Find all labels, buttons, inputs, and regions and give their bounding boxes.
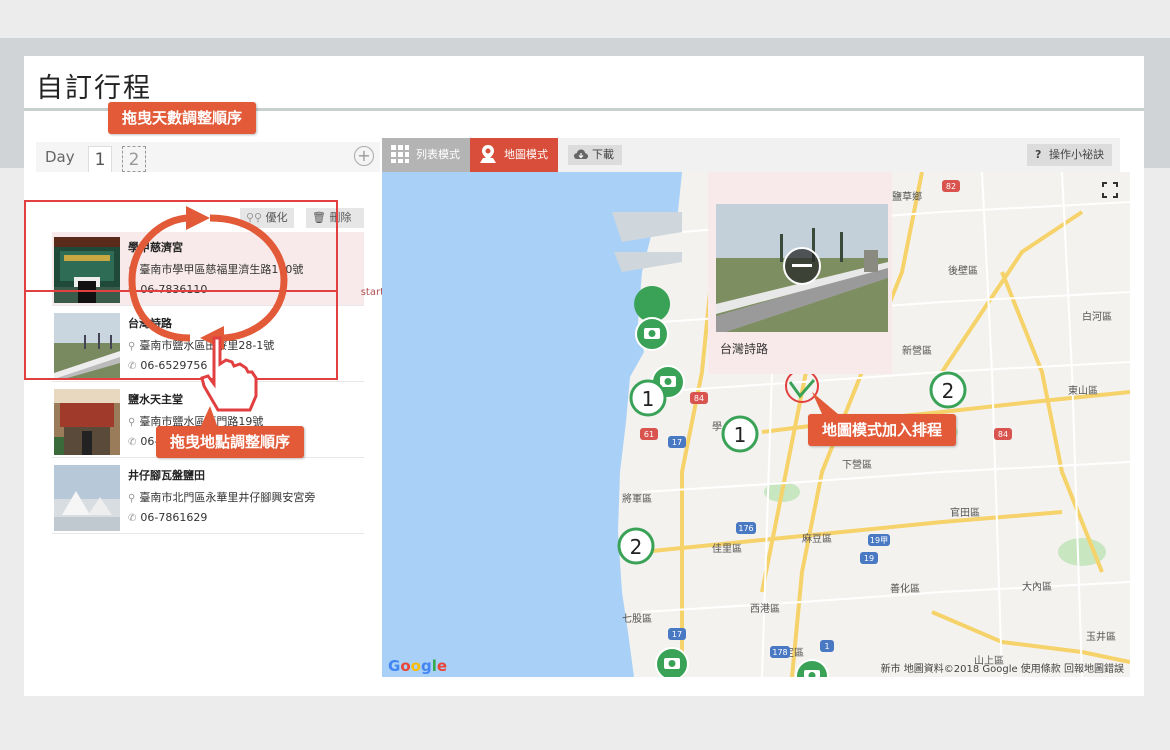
place-label: 將軍區	[622, 492, 652, 505]
route-shield: 1	[820, 640, 834, 652]
camera-marker[interactable]	[634, 286, 671, 352]
download-label: 下載	[592, 148, 614, 161]
start-tag: start	[360, 287, 384, 298]
callout-pointer	[812, 392, 838, 414]
map-view[interactable]: 鹽草鄉 後壁區 白河區 東山區 新營區 下營區 官田區 將軍區 佳里區 麻豆區 …	[382, 172, 1130, 677]
view-toolbar: 列表模式 地圖模式 下載 ? 操作小祕訣	[382, 138, 1120, 172]
marker-number: 1	[642, 387, 655, 411]
route-shield: 84	[994, 428, 1012, 440]
route-number: 176	[738, 524, 753, 533]
map-pin-icon	[480, 145, 496, 163]
day-tab-2[interactable]: 2	[122, 146, 146, 172]
route-shield: 19甲	[868, 534, 890, 546]
place-label: 佳里區	[712, 542, 742, 555]
phone-icon: ✆	[128, 513, 137, 524]
day-label: Day	[45, 148, 75, 166]
location-icon: ⚲	[128, 417, 136, 428]
place-label: 官田區	[950, 506, 980, 519]
route-number: 61	[644, 430, 654, 439]
place-label: 七股區	[622, 613, 652, 625]
place-label: 鹽草鄉	[892, 190, 922, 203]
place-label: 西港區	[750, 603, 780, 615]
place-label: 後壁區	[948, 264, 978, 277]
marker-number: 2	[942, 379, 955, 403]
number-marker[interactable]: 2	[929, 371, 967, 409]
list-item[interactable]: 井仔腳瓦盤鹽田 ⚲ 臺南市北門區永華里井仔腳興安宮旁 ✆ 06-7861629	[52, 460, 364, 534]
route-shield: 82	[942, 180, 960, 192]
poi-name: 鹽水天主堂	[128, 393, 183, 406]
route-number: 84	[998, 430, 1008, 439]
route-shield: 61	[640, 428, 658, 440]
route-number: 17	[672, 438, 682, 447]
map-mode-button[interactable]: 地圖模式	[470, 138, 558, 172]
location-icon: ⚲	[128, 493, 136, 504]
add-day-button[interactable]: +	[354, 146, 374, 166]
day-tab-1[interactable]: 1	[88, 146, 112, 172]
callout-pointer	[200, 406, 218, 428]
route-shield: 176	[736, 522, 756, 534]
callout-map-add: 地圖模式加入排程	[808, 414, 957, 446]
place-popup[interactable]: 台灣詩路	[708, 172, 892, 374]
route-number: 19	[864, 554, 874, 563]
route-number: 84	[694, 394, 704, 403]
map-mode-label: 地圖模式	[504, 148, 548, 161]
place-label: 東山區	[1068, 384, 1098, 397]
place-label: 白河區	[1082, 310, 1112, 323]
place-label: 大內區	[1022, 580, 1052, 593]
route-shield: 17	[668, 436, 686, 448]
poi-name: 井仔腳瓦盤鹽田	[128, 469, 205, 482]
route-shield: 178	[770, 646, 790, 658]
map-attribution[interactable]: 新市 地圖資料©2018 Google 使用條款 回報地圖錯誤	[881, 660, 1124, 675]
poi-address-text: 臺南市北門區永華里井仔腳興安宮旁	[139, 491, 316, 504]
route-shield: 19	[860, 552, 878, 564]
page-title: 自訂行程	[36, 73, 152, 104]
poi-address: ⚲ 臺南市北門區永華里井仔腳興安宮旁	[128, 489, 315, 505]
place-label: 新營區	[902, 344, 932, 357]
route-shield: 84	[690, 392, 708, 404]
list-mode-button[interactable]: 列表模式	[382, 138, 470, 172]
route-number: 82	[946, 182, 956, 191]
hand-cursor-icon	[200, 336, 258, 412]
grid-icon	[391, 145, 409, 163]
poi-thumbnail	[54, 465, 120, 531]
fullscreen-icon[interactable]	[1102, 182, 1118, 198]
number-marker[interactable]: 2	[617, 527, 655, 565]
cloud-download-icon	[574, 149, 588, 159]
route-number: 1	[824, 642, 829, 651]
list-mode-label: 列表模式	[416, 148, 460, 161]
place-label: 麻豆區	[802, 532, 832, 545]
number-marker[interactable]: 1	[629, 379, 667, 417]
place-label: 學	[712, 420, 722, 433]
route-number: 17	[672, 630, 682, 639]
poi-phone-text: 06-7861629	[140, 511, 208, 524]
marker-number: 2	[630, 535, 643, 559]
phone-icon: ✆	[128, 437, 137, 448]
camera-marker[interactable]	[795, 659, 829, 677]
poi-phone: ✆ 06-7861629	[128, 511, 207, 524]
callout-drag-places: 拖曳地點調整順序	[156, 426, 305, 458]
route-number: 19甲	[870, 536, 888, 545]
place-label: 善化區	[890, 582, 920, 595]
camera-marker[interactable]	[655, 647, 689, 677]
download-button[interactable]: 下載	[568, 145, 622, 165]
number-marker[interactable]: 1	[721, 415, 759, 453]
place-label: 玉井區	[1086, 630, 1116, 643]
day-tabs: Day 1 2 +	[36, 142, 380, 172]
popup-label: 台灣詩路	[720, 342, 769, 356]
callout-drag-days: 拖曳天數調整順序	[108, 102, 257, 134]
poi-thumbnail	[54, 389, 120, 455]
marker-number: 1	[734, 423, 747, 447]
route-shield: 17	[668, 628, 686, 640]
google-logo: Google	[388, 657, 448, 675]
question-icon: ?	[1035, 148, 1042, 161]
tips-label: 操作小祕訣	[1049, 148, 1104, 161]
tips-button[interactable]: ? 操作小祕訣	[1027, 144, 1112, 166]
place-label: 下營區	[842, 458, 872, 471]
top-band	[0, 0, 1170, 38]
popup-photo	[716, 204, 888, 332]
route-number: 178	[772, 648, 787, 657]
